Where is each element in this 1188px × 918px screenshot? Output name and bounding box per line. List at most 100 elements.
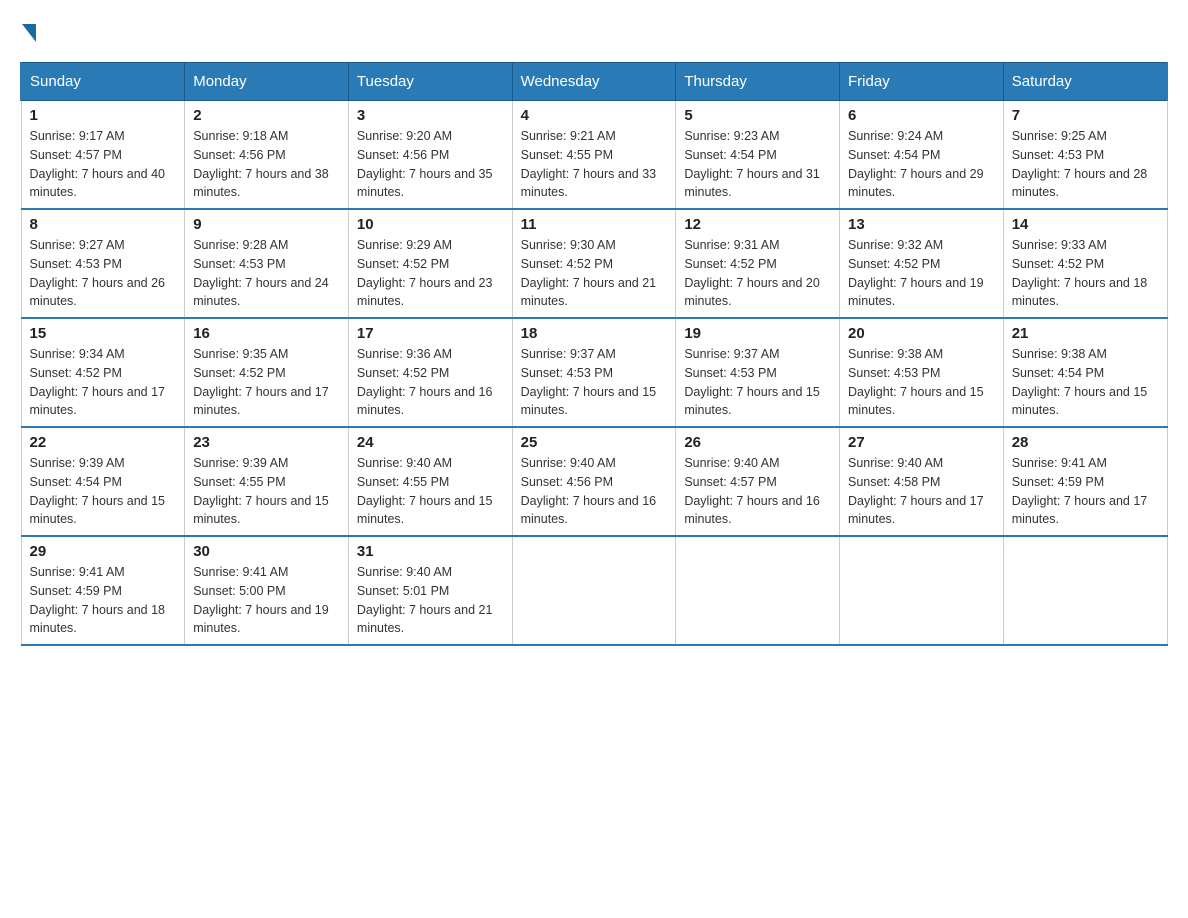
calendar-cell: 25 Sunrise: 9:40 AMSunset: 4:56 PMDaylig… [512,427,676,536]
day-info: Sunrise: 9:37 AMSunset: 4:53 PMDaylight:… [521,347,657,417]
calendar-cell: 10 Sunrise: 9:29 AMSunset: 4:52 PMDaylig… [348,209,512,318]
day-info: Sunrise: 9:40 AMSunset: 4:56 PMDaylight:… [521,456,657,526]
calendar-cell: 15 Sunrise: 9:34 AMSunset: 4:52 PMDaylig… [21,318,185,427]
day-number: 4 [521,107,668,124]
day-number: 5 [684,107,831,124]
calendar-header-row: SundayMondayTuesdayWednesdayThursdayFrid… [21,63,1167,101]
calendar-cell: 29 Sunrise: 9:41 AMSunset: 4:59 PMDaylig… [21,536,185,645]
calendar-col-monday: Monday [185,63,349,101]
day-info: Sunrise: 9:36 AMSunset: 4:52 PMDaylight:… [357,347,493,417]
day-info: Sunrise: 9:38 AMSunset: 4:54 PMDaylight:… [1012,347,1148,417]
calendar-cell: 12 Sunrise: 9:31 AMSunset: 4:52 PMDaylig… [676,209,840,318]
day-info: Sunrise: 9:32 AMSunset: 4:52 PMDaylight:… [848,238,984,308]
calendar-cell: 27 Sunrise: 9:40 AMSunset: 4:58 PMDaylig… [840,427,1004,536]
day-info: Sunrise: 9:29 AMSunset: 4:52 PMDaylight:… [357,238,493,308]
day-number: 6 [848,107,995,124]
calendar-cell: 30 Sunrise: 9:41 AMSunset: 5:00 PMDaylig… [185,536,349,645]
calendar-cell: 19 Sunrise: 9:37 AMSunset: 4:53 PMDaylig… [676,318,840,427]
calendar-col-wednesday: Wednesday [512,63,676,101]
day-info: Sunrise: 9:31 AMSunset: 4:52 PMDaylight:… [684,238,820,308]
calendar-cell [676,536,840,645]
day-number: 12 [684,216,831,233]
calendar-col-thursday: Thursday [676,63,840,101]
day-number: 22 [30,434,177,451]
day-info: Sunrise: 9:37 AMSunset: 4:53 PMDaylight:… [684,347,820,417]
calendar-cell: 18 Sunrise: 9:37 AMSunset: 4:53 PMDaylig… [512,318,676,427]
day-number: 9 [193,216,340,233]
day-info: Sunrise: 9:27 AMSunset: 4:53 PMDaylight:… [30,238,166,308]
day-info: Sunrise: 9:25 AMSunset: 4:53 PMDaylight:… [1012,129,1148,199]
day-number: 16 [193,325,340,342]
calendar-cell: 16 Sunrise: 9:35 AMSunset: 4:52 PMDaylig… [185,318,349,427]
calendar-cell: 7 Sunrise: 9:25 AMSunset: 4:53 PMDayligh… [1003,101,1167,210]
day-info: Sunrise: 9:24 AMSunset: 4:54 PMDaylight:… [848,129,984,199]
day-number: 18 [521,325,668,342]
calendar-cell: 17 Sunrise: 9:36 AMSunset: 4:52 PMDaylig… [348,318,512,427]
day-info: Sunrise: 9:21 AMSunset: 4:55 PMDaylight:… [521,129,657,199]
calendar-col-saturday: Saturday [1003,63,1167,101]
calendar-cell [1003,536,1167,645]
day-number: 29 [30,543,177,560]
calendar-week-row: 22 Sunrise: 9:39 AMSunset: 4:54 PMDaylig… [21,427,1167,536]
day-info: Sunrise: 9:23 AMSunset: 4:54 PMDaylight:… [684,129,820,199]
calendar-cell: 14 Sunrise: 9:33 AMSunset: 4:52 PMDaylig… [1003,209,1167,318]
calendar-cell: 13 Sunrise: 9:32 AMSunset: 4:52 PMDaylig… [840,209,1004,318]
day-number: 31 [357,543,504,560]
calendar-week-row: 29 Sunrise: 9:41 AMSunset: 4:59 PMDaylig… [21,536,1167,645]
day-info: Sunrise: 9:30 AMSunset: 4:52 PMDaylight:… [521,238,657,308]
day-number: 10 [357,216,504,233]
calendar-cell: 1 Sunrise: 9:17 AMSunset: 4:57 PMDayligh… [21,101,185,210]
logo-general-text [20,20,36,42]
day-info: Sunrise: 9:40 AMSunset: 4:58 PMDaylight:… [848,456,984,526]
day-number: 26 [684,434,831,451]
day-number: 25 [521,434,668,451]
day-info: Sunrise: 9:34 AMSunset: 4:52 PMDaylight:… [30,347,166,417]
day-info: Sunrise: 9:18 AMSunset: 4:56 PMDaylight:… [193,129,329,199]
calendar-cell [512,536,676,645]
calendar-cell: 6 Sunrise: 9:24 AMSunset: 4:54 PMDayligh… [840,101,1004,210]
day-info: Sunrise: 9:17 AMSunset: 4:57 PMDaylight:… [30,129,166,199]
calendar-week-row: 8 Sunrise: 9:27 AMSunset: 4:53 PMDayligh… [21,209,1167,318]
calendar-cell: 3 Sunrise: 9:20 AMSunset: 4:56 PMDayligh… [348,101,512,210]
calendar-cell: 11 Sunrise: 9:30 AMSunset: 4:52 PMDaylig… [512,209,676,318]
calendar-cell: 5 Sunrise: 9:23 AMSunset: 4:54 PMDayligh… [676,101,840,210]
day-info: Sunrise: 9:40 AMSunset: 5:01 PMDaylight:… [357,565,493,635]
day-number: 14 [1012,216,1159,233]
calendar-cell: 9 Sunrise: 9:28 AMSunset: 4:53 PMDayligh… [185,209,349,318]
day-number: 24 [357,434,504,451]
calendar-table: SundayMondayTuesdayWednesdayThursdayFrid… [20,62,1168,646]
day-number: 8 [30,216,177,233]
day-info: Sunrise: 9:41 AMSunset: 5:00 PMDaylight:… [193,565,329,635]
day-number: 2 [193,107,340,124]
day-info: Sunrise: 9:39 AMSunset: 4:55 PMDaylight:… [193,456,329,526]
calendar-col-friday: Friday [840,63,1004,101]
logo-arrow-icon [22,24,36,42]
day-number: 21 [1012,325,1159,342]
calendar-cell: 23 Sunrise: 9:39 AMSunset: 4:55 PMDaylig… [185,427,349,536]
calendar-col-sunday: Sunday [21,63,185,101]
day-info: Sunrise: 9:41 AMSunset: 4:59 PMDaylight:… [1012,456,1148,526]
day-number: 20 [848,325,995,342]
day-number: 11 [521,216,668,233]
day-number: 28 [1012,434,1159,451]
day-info: Sunrise: 9:33 AMSunset: 4:52 PMDaylight:… [1012,238,1148,308]
page-header [20,20,1168,42]
day-number: 23 [193,434,340,451]
calendar-col-tuesday: Tuesday [348,63,512,101]
day-number: 27 [848,434,995,451]
calendar-cell: 20 Sunrise: 9:38 AMSunset: 4:53 PMDaylig… [840,318,1004,427]
calendar-cell: 4 Sunrise: 9:21 AMSunset: 4:55 PMDayligh… [512,101,676,210]
calendar-week-row: 1 Sunrise: 9:17 AMSunset: 4:57 PMDayligh… [21,101,1167,210]
day-info: Sunrise: 9:35 AMSunset: 4:52 PMDaylight:… [193,347,329,417]
calendar-cell: 26 Sunrise: 9:40 AMSunset: 4:57 PMDaylig… [676,427,840,536]
day-info: Sunrise: 9:41 AMSunset: 4:59 PMDaylight:… [30,565,166,635]
calendar-cell: 8 Sunrise: 9:27 AMSunset: 4:53 PMDayligh… [21,209,185,318]
day-info: Sunrise: 9:40 AMSunset: 4:55 PMDaylight:… [357,456,493,526]
calendar-cell: 24 Sunrise: 9:40 AMSunset: 4:55 PMDaylig… [348,427,512,536]
day-number: 3 [357,107,504,124]
day-info: Sunrise: 9:28 AMSunset: 4:53 PMDaylight:… [193,238,329,308]
day-info: Sunrise: 9:39 AMSunset: 4:54 PMDaylight:… [30,456,166,526]
day-number: 17 [357,325,504,342]
calendar-week-row: 15 Sunrise: 9:34 AMSunset: 4:52 PMDaylig… [21,318,1167,427]
day-number: 19 [684,325,831,342]
